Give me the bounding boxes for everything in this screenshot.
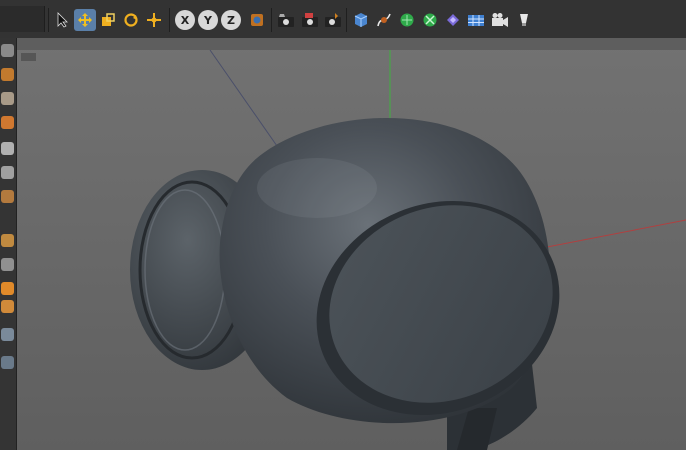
render-view-icon[interactable] — [275, 9, 297, 31]
toolbar-separator — [346, 8, 347, 32]
enable-axis-icon[interactable] — [1, 234, 14, 247]
lock-workplane-icon[interactable] — [1, 328, 14, 341]
cube-primitive-icon[interactable] — [350, 9, 372, 31]
subdivision-generator-icon[interactable] — [396, 9, 418, 31]
toolbar-undo-area[interactable] — [0, 6, 45, 32]
cloner-mograph-icon[interactable] — [419, 9, 441, 31]
lock-x-icon[interactable]: X — [175, 10, 195, 30]
rotate-icon[interactable] — [120, 9, 142, 31]
snap-icon[interactable] — [1, 282, 14, 295]
scale-icon[interactable] — [97, 9, 119, 31]
model-mode-icon[interactable] — [1, 68, 14, 81]
viewport-menu-bar — [17, 38, 686, 50]
floor-environment-icon[interactable] — [465, 9, 487, 31]
main-toolbar: X Y Z — [0, 0, 686, 39]
transform-icon[interactable] — [143, 9, 165, 31]
viewport-canvas[interactable] — [17, 38, 686, 450]
light-icon[interactable] — [513, 9, 535, 31]
pen-spline-icon[interactable] — [373, 9, 395, 31]
viewport-camera-label — [21, 53, 36, 61]
texture-mode-icon[interactable] — [1, 92, 14, 105]
toolbar-separator — [169, 8, 170, 32]
make-editable-icon[interactable] — [1, 44, 14, 57]
toolbar-separator — [271, 8, 272, 32]
tweak-mode-icon[interactable] — [1, 258, 14, 271]
move-icon[interactable] — [74, 9, 96, 31]
render-picture-queue-icon[interactable] — [299, 9, 321, 31]
lock-z-icon[interactable]: Z — [221, 10, 241, 30]
lock-y-icon[interactable]: Y — [198, 10, 218, 30]
toolbar-separator — [48, 8, 49, 32]
points-mode-icon[interactable] — [1, 142, 14, 155]
deformer-icon[interactable] — [442, 9, 464, 31]
cursor-icon[interactable] — [52, 9, 74, 31]
render-settings-icon[interactable] — [322, 9, 344, 31]
workplane-icon[interactable] — [1, 116, 14, 129]
camera-icon[interactable] — [489, 9, 511, 31]
left-tool-palette — [0, 38, 17, 450]
planar-workplane-icon[interactable] — [1, 356, 14, 369]
perspective-viewport[interactable] — [17, 38, 686, 450]
polygons-mode-icon[interactable] — [1, 190, 14, 203]
world-coordinates-icon[interactable] — [246, 9, 268, 31]
quantize-icon[interactable] — [1, 300, 14, 313]
edges-mode-icon[interactable] — [1, 166, 14, 179]
specular-highlight — [257, 158, 377, 218]
